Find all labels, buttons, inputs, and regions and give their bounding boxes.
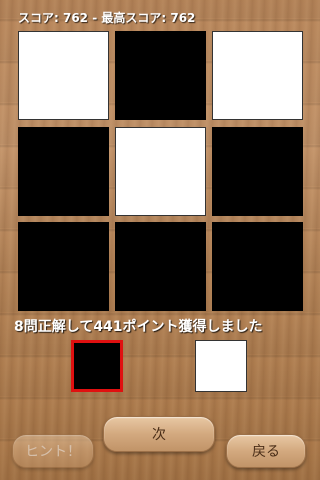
next-button[interactable]: 次 — [103, 416, 215, 452]
grid-tile[interactable] — [115, 127, 206, 216]
answer-tile-selected[interactable] — [71, 340, 123, 392]
grid-tile[interactable] — [18, 127, 109, 216]
grid-tile[interactable] — [115, 31, 206, 120]
hint-button[interactable]: ヒント！ — [12, 434, 94, 468]
result-message: 8問正解して441ポイント獲得しました — [14, 319, 263, 335]
grid-tile[interactable] — [212, 127, 303, 216]
answer-tile[interactable] — [195, 340, 247, 392]
tile-grid — [18, 31, 303, 313]
grid-tile[interactable] — [115, 222, 206, 311]
grid-tile[interactable] — [212, 222, 303, 311]
grid-tile[interactable] — [18, 222, 109, 311]
back-button[interactable]: 戻る — [226, 434, 306, 468]
grid-tile[interactable] — [18, 31, 109, 120]
score-display: スコア: 762 - 最高スコア: 762 — [18, 11, 196, 25]
grid-tile[interactable] — [212, 31, 303, 120]
